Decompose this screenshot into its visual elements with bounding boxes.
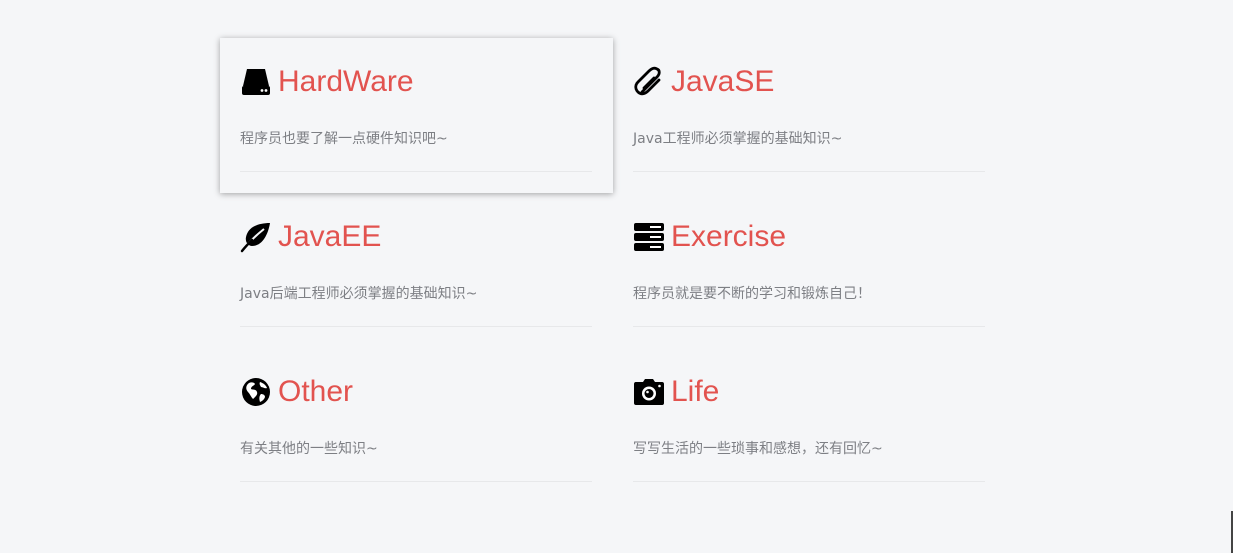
- category-title[interactable]: Exercise: [671, 219, 786, 255]
- category-header: Other: [240, 374, 353, 410]
- globe-icon: [240, 376, 272, 408]
- hard-drive-icon: [240, 66, 272, 98]
- category-description: 程序员就是要不断的学习和锻炼自己！: [633, 286, 871, 302]
- category-card-javaee[interactable]: JavaEE Java后端工程师必须掌握的基础知识~: [220, 193, 613, 348]
- category-header: HardWare: [240, 64, 414, 100]
- server-stack-icon: [633, 221, 665, 253]
- divider: [633, 171, 985, 172]
- category-title[interactable]: Other: [278, 374, 353, 410]
- camera-icon: [633, 376, 665, 408]
- category-card-life[interactable]: Life 写写生活的一些琐事和感想，还有回忆~: [613, 348, 1006, 503]
- divider: [240, 171, 592, 172]
- divider: [633, 481, 985, 482]
- category-header: JavaEE: [240, 219, 381, 255]
- divider: [240, 326, 592, 327]
- category-header: Life: [633, 374, 719, 410]
- category-title[interactable]: JavaEE: [278, 219, 381, 255]
- category-description: Java后端工程师必须掌握的基础知识~: [240, 286, 478, 302]
- category-card-other[interactable]: Other 有关其他的一些知识~: [220, 348, 613, 503]
- leaf-icon: [240, 221, 272, 253]
- category-title[interactable]: Life: [671, 374, 719, 410]
- category-card-hardware[interactable]: HardWare 程序员也要了解一点硬件知识吧~: [220, 38, 613, 193]
- category-description: 程序员也要了解一点硬件知识吧~: [240, 131, 448, 147]
- category-title[interactable]: HardWare: [278, 64, 414, 100]
- category-description: Java工程师必须掌握的基础知识~: [633, 131, 843, 147]
- category-title[interactable]: JavaSE: [671, 64, 774, 100]
- category-card-exercise[interactable]: Exercise 程序员就是要不断的学习和锻炼自己！: [613, 193, 1006, 348]
- divider: [240, 481, 592, 482]
- category-description: 有关其他的一些知识~: [240, 441, 378, 457]
- divider: [633, 326, 985, 327]
- category-card-javase[interactable]: JavaSE Java工程师必须掌握的基础知识~: [613, 38, 1006, 193]
- category-header: JavaSE: [633, 64, 774, 100]
- paperclip-icon: [633, 66, 665, 98]
- category-header: Exercise: [633, 219, 786, 255]
- category-description: 写写生活的一些琐事和感想，还有回忆~: [633, 441, 883, 457]
